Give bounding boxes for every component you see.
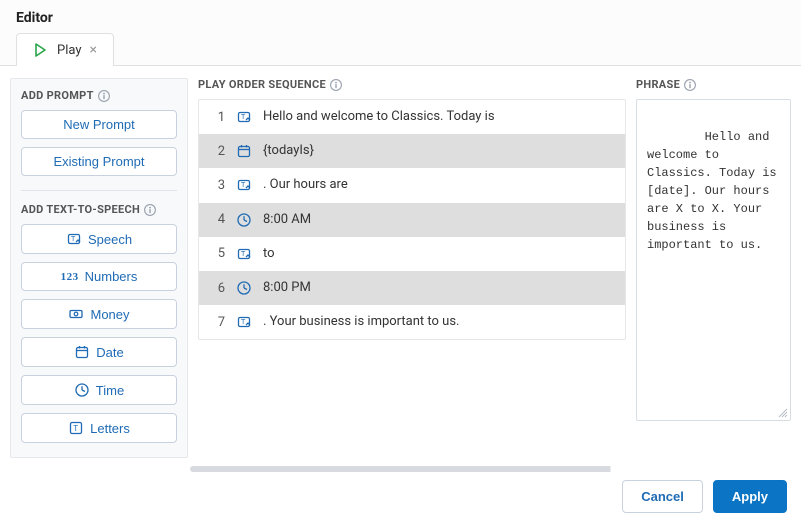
sequence-row[interactable]: 7 . Your business is important to us. xyxy=(199,305,625,339)
apply-button[interactable]: Apply xyxy=(713,480,787,513)
info-icon[interactable] xyxy=(330,79,342,91)
section-title-sequence: PLAY ORDER SEQUENCE xyxy=(198,78,626,91)
section-title-phrase: PHRASE xyxy=(636,78,791,91)
sequence-row[interactable]: 3 . Our hours are xyxy=(199,168,625,202)
money-button[interactable]: Money xyxy=(21,299,177,329)
money-icon xyxy=(68,306,84,322)
speech-icon xyxy=(235,313,253,331)
section-title-add-prompt: ADD PROMPT xyxy=(21,89,177,102)
main-content: ADD PROMPT New Prompt Existing Prompt AD… xyxy=(0,66,801,466)
sequence-text: {todayIs} xyxy=(263,142,613,160)
date-icon xyxy=(74,344,90,360)
editor-title: Editor xyxy=(16,10,785,26)
time-icon xyxy=(235,279,253,297)
sequence-list: 1 Hello and welcome to Classics. Today i… xyxy=(198,99,626,340)
info-icon[interactable] xyxy=(98,90,110,102)
speech-icon xyxy=(235,245,253,263)
tab-label: Play xyxy=(57,43,82,58)
phrase-textarea[interactable]: Hello and welcome to Classics. Today is … xyxy=(636,99,791,421)
sequence-number: 7 xyxy=(211,315,225,330)
sequence-text: . Your business is important to us. xyxy=(263,313,613,331)
play-icon xyxy=(33,42,49,58)
numbers-icon: 123 xyxy=(61,271,79,283)
sequence-number: 3 xyxy=(211,178,225,193)
sequence-row[interactable]: 2 {todayIs} xyxy=(199,134,625,168)
sequence-row[interactable]: 4 8:00 AM xyxy=(199,203,625,237)
editor-header: Editor Play × xyxy=(0,0,801,66)
play-order-column: PLAY ORDER SEQUENCE 1 Hello and welcome … xyxy=(198,78,626,458)
divider xyxy=(21,190,177,191)
sequence-row[interactable]: 5 to xyxy=(199,237,625,271)
close-icon[interactable]: × xyxy=(90,43,97,57)
date-button[interactable]: Date xyxy=(21,337,177,367)
section-title-add-tts: ADD TEXT-TO-SPEECH xyxy=(21,203,177,216)
resize-grip-icon[interactable] xyxy=(778,408,788,418)
letters-button[interactable]: Letters xyxy=(21,413,177,443)
sequence-number: 4 xyxy=(211,212,225,227)
info-icon[interactable] xyxy=(144,204,156,216)
info-icon[interactable] xyxy=(684,79,696,91)
time-icon xyxy=(74,382,90,398)
existing-prompt-button[interactable]: Existing Prompt xyxy=(21,147,177,176)
sequence-text: to xyxy=(263,245,613,263)
sequence-text: . Our hours are xyxy=(263,176,613,194)
time-button[interactable]: Time xyxy=(21,375,177,405)
sequence-row[interactable]: 1 Hello and welcome to Classics. Today i… xyxy=(199,100,625,134)
tab-play[interactable]: Play × xyxy=(16,33,114,66)
sequence-number: 2 xyxy=(211,144,225,159)
speech-icon xyxy=(66,231,82,247)
sequence-number: 6 xyxy=(211,281,225,296)
cancel-button[interactable]: Cancel xyxy=(622,480,703,513)
new-prompt-button[interactable]: New Prompt xyxy=(21,110,177,139)
sequence-text: Hello and welcome to Classics. Today is xyxy=(263,108,613,126)
footer: Cancel Apply xyxy=(0,472,801,525)
sidebar: ADD PROMPT New Prompt Existing Prompt AD… xyxy=(10,78,188,458)
numbers-button[interactable]: 123Numbers xyxy=(21,262,177,291)
tab-strip: Play × xyxy=(16,32,785,65)
date-icon xyxy=(235,142,253,160)
time-icon xyxy=(235,211,253,229)
sequence-number: 1 xyxy=(211,110,225,125)
speech-icon xyxy=(235,108,253,126)
sequence-text: 8:00 AM xyxy=(263,211,613,229)
speech-button[interactable]: Speech xyxy=(21,224,177,254)
sequence-number: 5 xyxy=(211,246,225,261)
letters-icon xyxy=(68,420,84,436)
phrase-column: PHRASE Hello and welcome to Classics. To… xyxy=(636,78,791,458)
sequence-row[interactable]: 6 8:00 PM xyxy=(199,271,625,305)
sequence-text: 8:00 PM xyxy=(263,279,613,297)
speech-icon xyxy=(235,176,253,194)
